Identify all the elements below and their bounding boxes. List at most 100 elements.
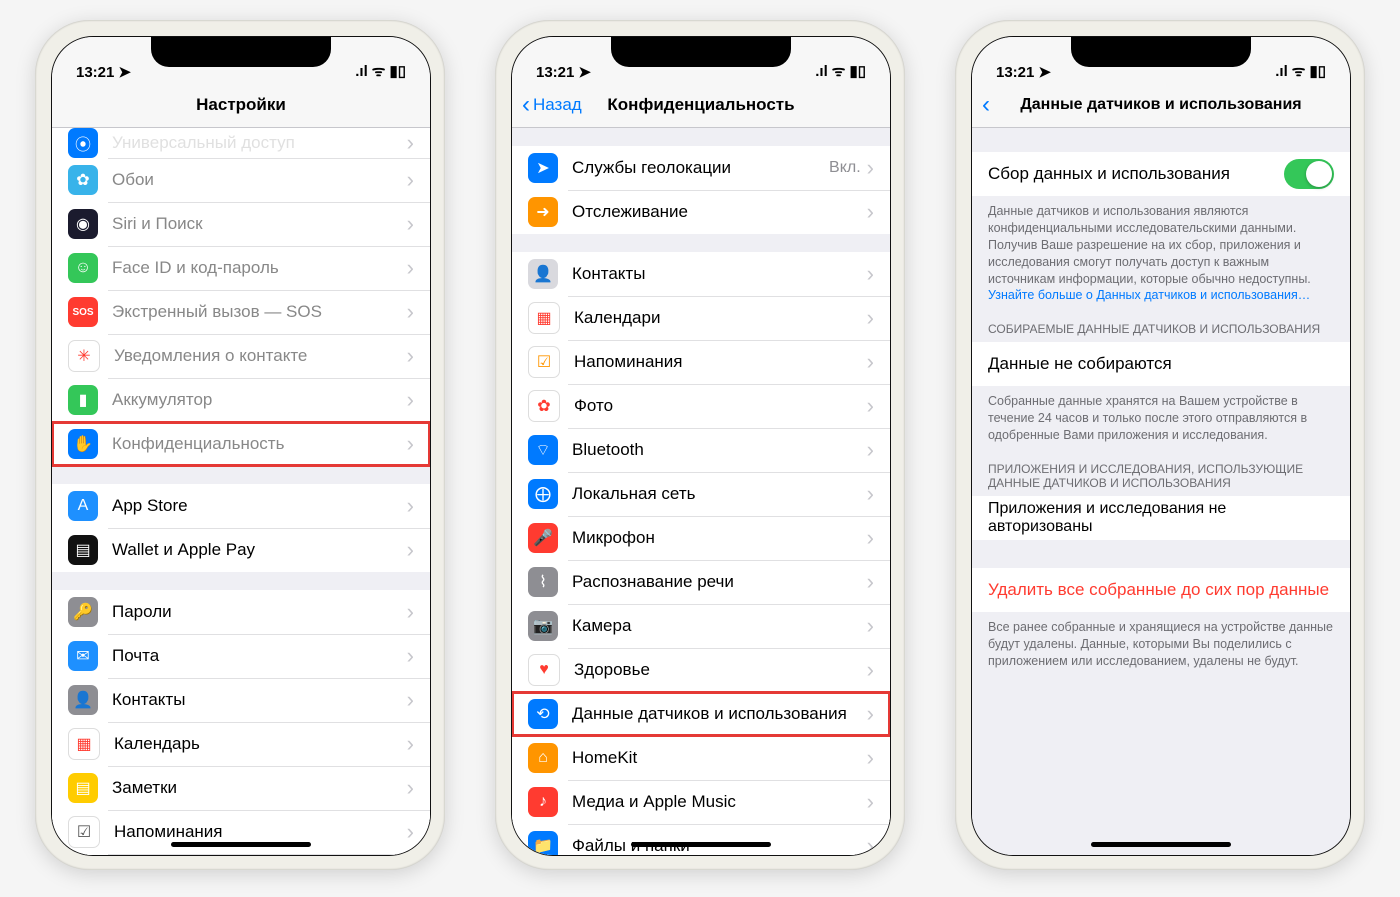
battery-icon: ▮▯ [849,62,866,80]
row-sos[interactable]: SOSЭкстренный вызов — SOS› [52,290,430,334]
learn-more-link[interactable]: Узнайте больше о Данных датчиков и испол… [988,288,1310,302]
row-passwords[interactable]: 🔑Пароли› [52,590,430,634]
row-label: Камера [572,616,867,636]
row-cal2[interactable]: ▦Календари› [512,296,890,340]
row-label: Медиа и Apple Music [572,792,867,812]
row-wallet[interactable]: ▤Wallet и Apple Pay› [52,528,430,572]
speech-icon: ⌇ [528,567,558,597]
exposure-icon: ✳ [68,340,100,372]
chevron-right-icon: › [867,613,874,639]
health-icon: ♥ [528,654,560,686]
chevron-right-icon: › [407,493,414,519]
back-button[interactable]: ‹ [972,91,990,119]
chevron-right-icon: › [867,349,874,375]
chevron-right-icon: › [867,199,874,225]
chevron-right-icon: › [407,643,414,669]
location-icon: ➤ [528,153,558,183]
row-detail: Вкл. [829,159,861,177]
row-label: Wallet и Apple Pay [112,540,407,560]
row-camera[interactable]: 📷Камера› [512,604,890,648]
row-location[interactable]: ➤Службы геолокацииВкл.› [512,146,890,190]
row-calendar[interactable]: ▦Календарь› [52,722,430,766]
toggle-switch[interactable] [1284,159,1334,189]
home-indicator[interactable] [631,842,771,847]
mail-icon: ✉ [68,641,98,671]
row-contacts[interactable]: 👤Контакты› [52,678,430,722]
row-label: Почта [112,646,407,666]
notes-icon: ▤ [68,773,98,803]
row-mic[interactable]: 🎤Микрофон› [512,516,890,560]
back-button[interactable]: ‹Назад [512,91,582,119]
row-notes[interactable]: ▤Заметки› [52,766,430,810]
chevron-right-icon: › [867,437,874,463]
row-label: Face ID и код-пароль [112,258,407,278]
row-reminders[interactable]: ☑Напоминания› [52,810,430,854]
row-label: Здоровье [574,660,867,680]
row-photos[interactable]: ✿Фото› [512,384,890,428]
row-bt[interactable]: ⌔Bluetooth› [512,428,890,472]
collection-description: Данные датчиков и использования являются… [972,196,1350,304]
nav-title: Настройки [52,95,430,115]
wifi-icon: ᯤ [832,61,846,81]
row-label: Данные датчиков и использования [572,704,867,724]
back-label: Назад [533,95,582,115]
collected-header: СОБИРАЕМЫЕ ДАННЫЕ ДАТЧИКОВ И ИСПОЛЬЗОВАН… [972,304,1350,342]
row-battery[interactable]: ▮Аккумулятор› [52,378,430,422]
row-label: HomeKit [572,748,867,768]
row-appstore[interactable]: AApp Store› [52,484,430,528]
cal2-icon: ▦ [528,302,560,334]
chevron-right-icon: › [867,745,874,771]
row-label: Конфиденциальность [112,434,407,454]
privacy-list[interactable]: ➤Службы геолокацииВкл.›➜Отслеживание› 👤К… [512,128,890,855]
row-wallpaper[interactable]: ✿Обои› [52,158,430,202]
notch [611,37,791,67]
collection-toggle-row[interactable]: Сбор данных и использования [972,152,1350,196]
delete-data-button[interactable]: Удалить все собранные до сих пор данные [972,568,1350,612]
row-media[interactable]: ♪Медиа и Apple Music› [512,780,890,824]
row-research[interactable]: ⟲ Данные датчиков и использования› [512,692,890,736]
phone-1: 13:21➤ .ılᯤ▮▯ Настройки ⦿Универсальный д… [35,20,445,870]
row-label: Распознавание речи [572,572,867,592]
nav-bar: Настройки [52,83,430,128]
row-lan[interactable]: ⨁Локальная сеть› [512,472,890,516]
row-privacy[interactable]: ✋Конфиденциальность› [52,422,430,466]
status-time: 13:21 [996,64,1034,81]
apps-header: ПРИЛОЖЕНИЯ И ИССЛЕДОВАНИЯ, ИСПОЛЬЗУЮЩИЕ … [972,444,1350,496]
phone-3: 13:21➤ .ılᯤ▮▯ ‹ Данные датчиков и исполь… [955,20,1365,870]
row-label: Календарь [114,734,407,754]
row-health[interactable]: ♥Здоровье› [512,648,890,692]
row-speech[interactable]: ⌇Распознавание речи› [512,560,890,604]
row-mail[interactable]: ✉ Почта› [52,634,430,678]
chevron-right-icon: › [407,731,414,757]
row-homekit[interactable]: ⌂HomeKit› [512,736,890,780]
chevron-right-icon: › [407,211,414,237]
wallet-icon: ▤ [68,535,98,565]
media-icon: ♪ [528,787,558,817]
chevron-right-icon: › [867,701,874,727]
chevron-left-icon: ‹ [522,91,530,119]
row-rem2[interactable]: ☑Напоминания› [512,340,890,384]
row-label: Фото [574,396,867,416]
notch [151,37,331,67]
row-faceid[interactable]: ☺Face ID и код-пароль› [52,246,430,290]
privacy-icon: ✋ [68,429,98,459]
home-indicator[interactable] [171,842,311,847]
row-tracking[interactable]: ➜Отслеживание› [512,190,890,234]
row-siri[interactable]: ◉Siri и Поиск› [52,202,430,246]
tracking-icon: ➜ [528,197,558,227]
row-exposure[interactable]: ✳Уведомления о контакте› [52,334,430,378]
row-label: Службы геолокации [572,158,829,178]
lan-icon: ⨁ [528,479,558,509]
chevron-right-icon: › [407,255,414,281]
row-accessibility[interactable]: ⦿Универсальный доступ› [52,128,430,158]
nav-title: Данные датчиков и использования [972,96,1350,114]
row-files[interactable]: 📁Файлы и папки› [512,824,890,855]
home-indicator[interactable] [1091,842,1231,847]
research-settings[interactable]: Сбор данных и использования Данные датчи… [972,128,1350,855]
row-voicememo[interactable]: ≡Диктофон› [52,854,430,855]
row-contacts2[interactable]: 👤Контакты› [512,252,890,296]
settings-list[interactable]: ⦿Универсальный доступ›✿Обои›◉Siri и Поис… [52,128,430,855]
location-icon: ➤ [1038,63,1051,81]
research-icon: ⟲ [528,699,558,729]
chevron-right-icon: › [407,299,414,325]
